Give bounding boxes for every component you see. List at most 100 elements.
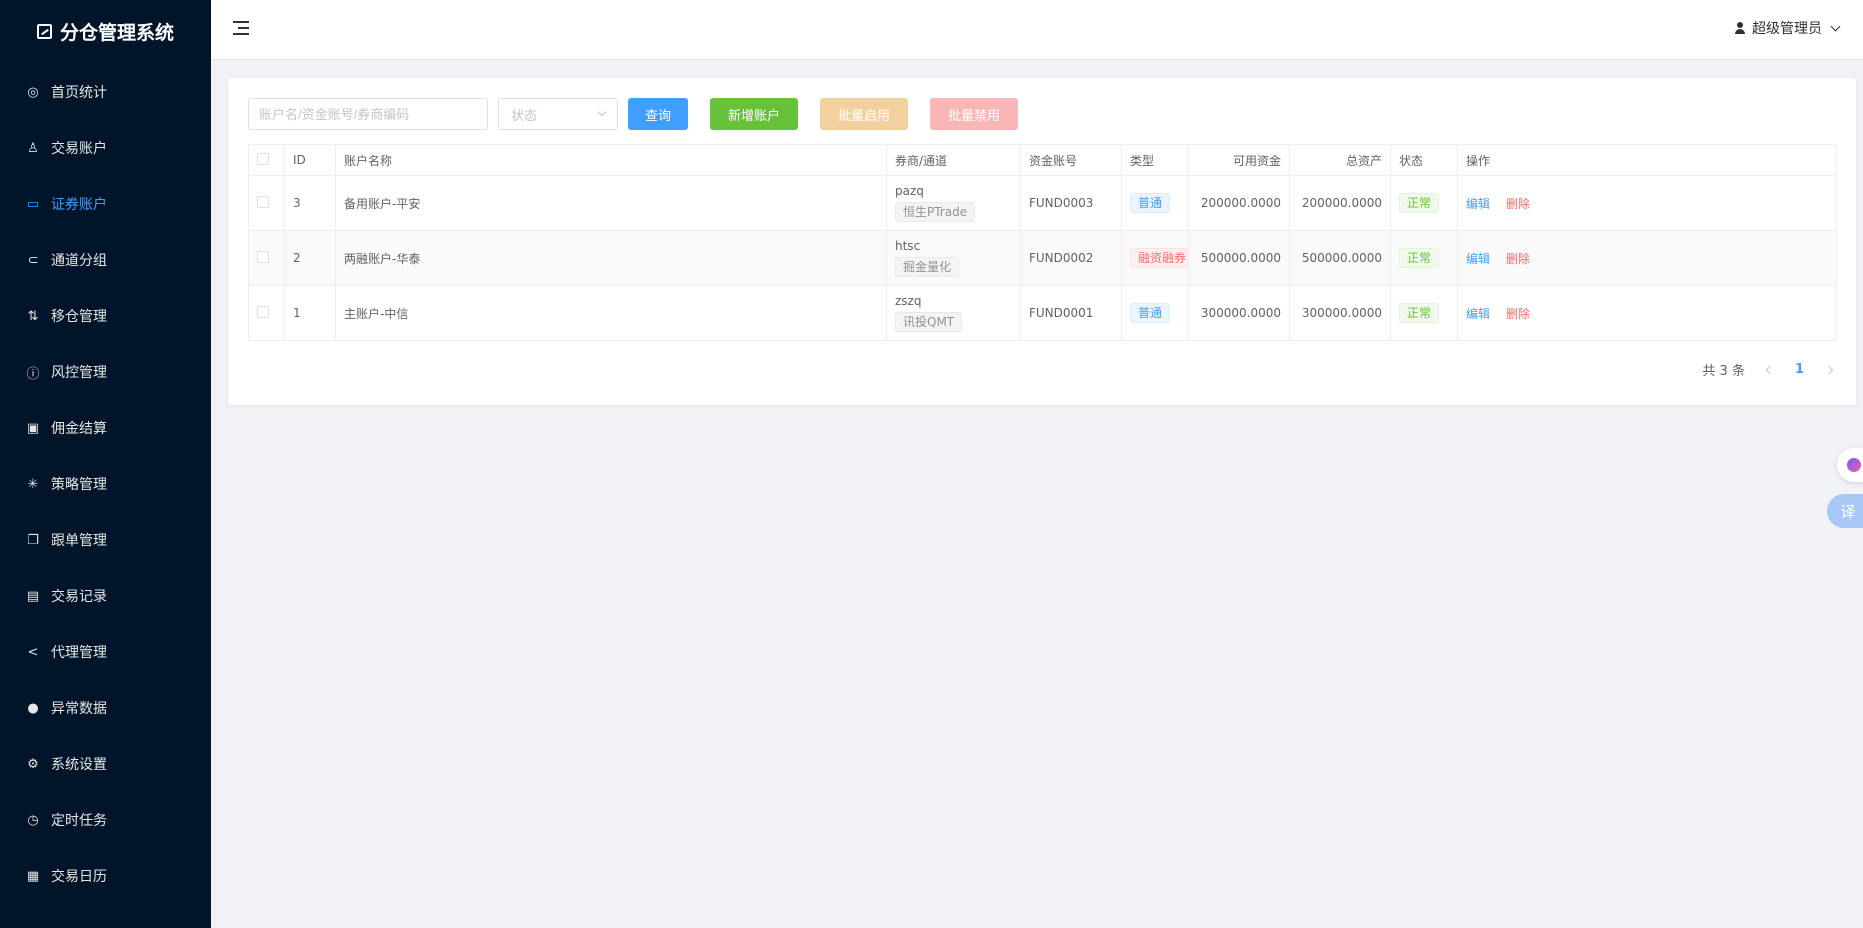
cell-type: 融资融券... [1121,230,1189,286]
translate-label: 译 [1840,502,1856,521]
sidebar-item-2[interactable]: ▭ 证券账户 [0,176,211,232]
cell-type: 普通 [1121,175,1189,231]
type-tag: 普通 [1130,303,1171,323]
cell-name: 两融账户-华泰 [335,230,887,286]
row-checkbox[interactable] [257,195,269,208]
sidebar-item-label: 交易日历 [51,869,107,885]
sidebar-item-8[interactable]: ❐ 跟单管理 [0,512,211,568]
edit-button[interactable]: 编辑 [1466,197,1490,211]
sidebar-item-0[interactable]: ◎ 首页统计 [0,64,211,120]
row-checkbox[interactable] [257,305,269,318]
channel-tag: 讯投QMT [895,312,963,332]
column-header-type: 类型 [1121,144,1189,176]
cell-status: 正常 [1390,230,1458,286]
menu-toggle-icon[interactable] [233,21,249,35]
dashboard-icon: ◎ [27,84,39,100]
sidebar-item-11[interactable]: ● 异常数据 [0,680,211,736]
cell-type: 普通 [1121,285,1189,341]
select-all-checkbox[interactable] [257,152,269,165]
channel-tag: 掘金量化 [895,257,960,277]
row-checkbox[interactable] [257,250,269,263]
edit-button[interactable]: 编辑 [1466,307,1490,321]
status-badge: 正常 [1399,248,1440,268]
calendar-icon: ▦ [26,868,40,884]
batch-enable-button[interactable]: 批量启用 [820,98,908,130]
sidebar-item-label: 证券账户 [51,197,107,213]
sidebar-item-label: 交易记录 [51,589,107,605]
gear-icon: ⚙ [27,756,39,772]
delete-button[interactable]: 删除 [1506,197,1530,211]
top-header: 超级管理员 [211,0,1863,60]
sidebar-item-9[interactable]: ▤ 交易记录 [0,568,211,624]
cell-status: 正常 [1390,175,1458,231]
cell-total: 500000.0000 [1289,230,1391,286]
sidebar-item-13[interactable]: ◷ 定时任务 [0,792,211,848]
sidebar-item-6[interactable]: ▣ 佣金结算 [0,400,211,456]
table-header-row: ID 账户名称 券商/通道 资金账号 类型 可用资金 总资产 状态 操作 [248,144,1837,176]
folder-icon: ▭ [26,196,40,212]
sidebar-item-label: 通道分组 [51,253,107,269]
sidebar-item-5[interactable]: ⓘ 风控管理 [0,344,211,400]
chart-icon [36,23,52,39]
pagination: 共 3 条 1 [1702,360,1834,379]
search-input[interactable] [248,98,488,130]
cell-total: 200000.0000 [1289,175,1391,231]
page-number[interactable]: 1 [1795,362,1804,377]
edit-button[interactable]: 编辑 [1466,252,1490,266]
assistant-icon [1847,458,1861,472]
batch-disable-button[interactable]: 批量禁用 [930,98,1018,130]
add-account-button[interactable]: 新增账户 [710,98,798,130]
column-header-name: 账户名称 [335,144,887,176]
cell-available: 200000.0000 [1188,175,1290,231]
translate-float-button[interactable]: 译 [1827,494,1863,528]
select-all-cell [248,144,285,176]
cell-fund-account: FUND0002 [1020,230,1122,286]
column-header-status: 状态 [1390,144,1458,176]
sidebar-item-7[interactable]: ✳ 策略管理 [0,456,211,512]
sidebar-item-label: 策略管理 [51,477,107,493]
cell-fund-account: FUND0001 [1020,285,1122,341]
type-tag: 普通 [1130,193,1171,213]
chevron-down-icon [1830,21,1841,31]
next-page-icon[interactable] [1824,365,1834,374]
sidebar-item-14[interactable]: ▦ 交易日历 [0,848,211,904]
status-select[interactable]: 状态 [498,98,618,130]
row-select-cell [248,230,285,286]
sidebar-item-10[interactable]: < 代理管理 [0,624,211,680]
cell-name: 备用账户-平安 [335,175,887,231]
accounts-table: ID 账户名称 券商/通道 资金账号 类型 可用资金 总资产 状态 操作 3 备用… [248,144,1837,341]
prev-page-icon[interactable] [1765,365,1775,374]
sidebar-item-label: 首页统计 [51,85,107,101]
share-icon: < [27,644,39,660]
sidebar-item-4[interactable]: ⇅ 移仓管理 [0,288,211,344]
row-select-cell [248,285,285,341]
column-header-broker: 券商/通道 [886,144,1021,176]
column-header-available: 可用资金 [1188,144,1290,176]
user-icon [1734,22,1746,34]
link-icon: ⊂ [27,252,39,268]
sidebar-item-label: 系统设置 [51,757,107,773]
sidebar-item-12[interactable]: ⚙ 系统设置 [0,736,211,792]
table-row: 3 备用账户-平安 pazq 恒生PTrade FUND0003 普通 200000.000… [248,175,1837,231]
row-select-cell [248,175,285,231]
user-menu[interactable]: 超级管理员 [1734,18,1841,38]
cell-id: 2 [284,230,336,286]
timer-icon: ◷ [27,812,39,828]
sidebar-item-label: 佣金结算 [51,421,107,437]
table-row: 2两融账户-华泰htsc掘金量化FUND0002融资融券...500000.00… [248,230,1837,286]
sidebar-item-3[interactable]: ⊂ 通道分组 [0,232,211,288]
wallet-icon: ▣ [26,420,40,436]
cell-id: 3 [284,175,336,231]
cell-actions: 编辑 删除 [1457,230,1837,286]
delete-button[interactable]: 删除 [1506,252,1530,266]
app-logo: 分仓管理系统 [0,0,211,62]
channel-tag: 恒生PTrade [895,202,976,222]
sidebar-item-label: 风控管理 [51,365,107,381]
cell-broker: pazq 恒生PTrade [886,175,1021,231]
sidebar-item-1[interactable]: ♙ 交易账户 [0,120,211,176]
loading-icon: ✳ [27,476,39,492]
assistant-float-button[interactable] [1837,448,1863,482]
query-button[interactable]: 查询 [628,98,688,130]
cell-name: 主账户-中信 [335,285,887,341]
delete-button[interactable]: 删除 [1506,307,1530,321]
